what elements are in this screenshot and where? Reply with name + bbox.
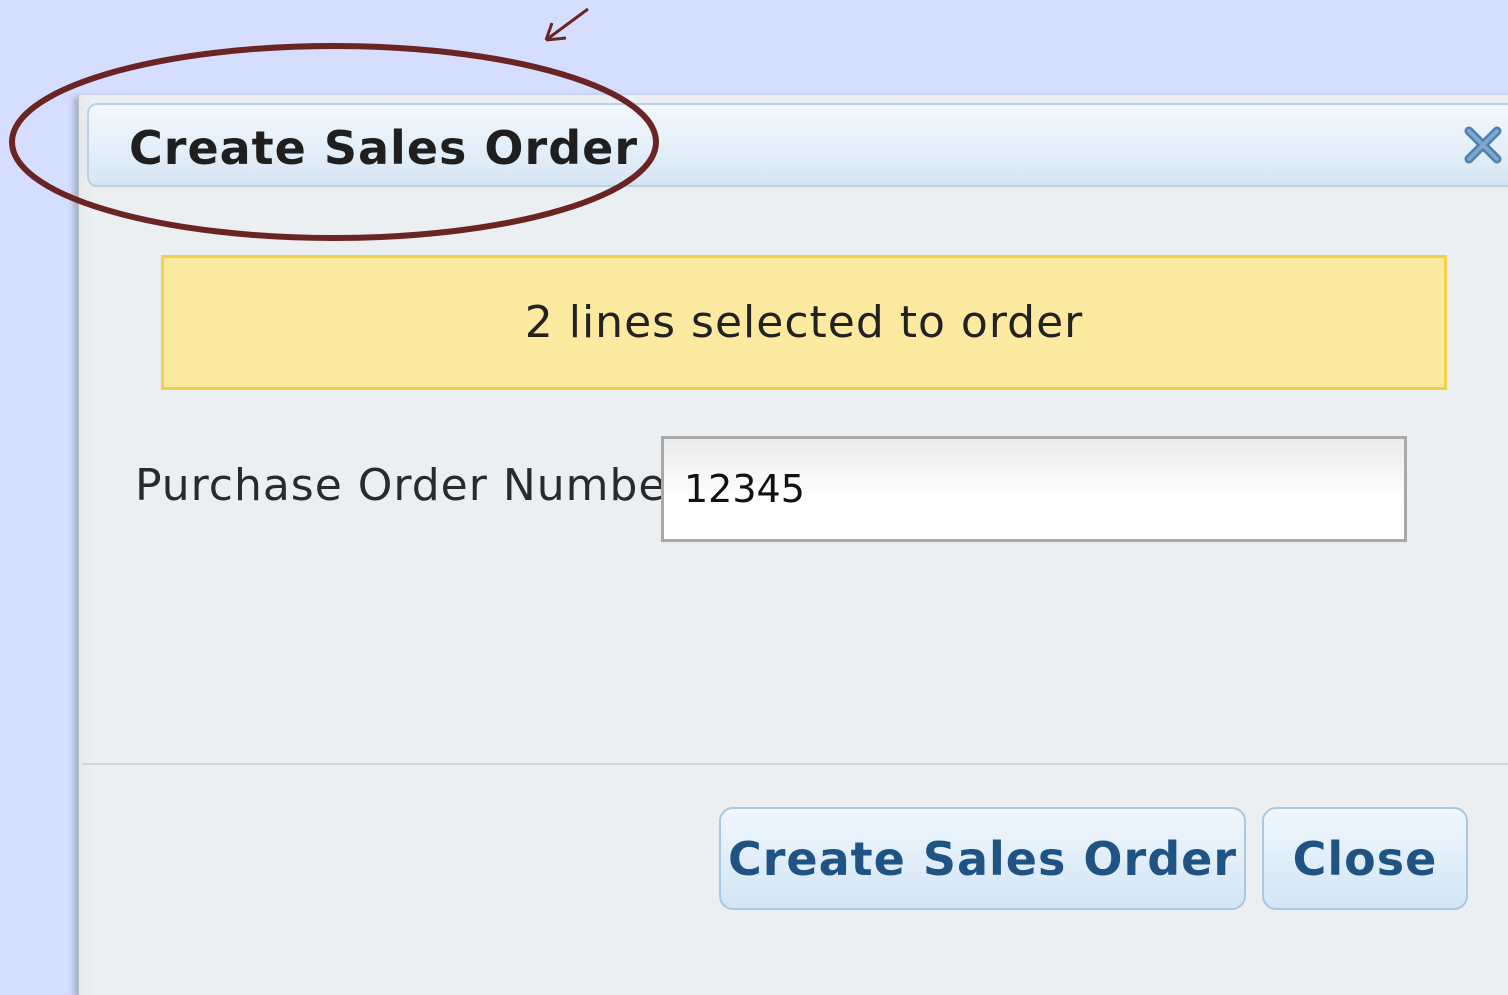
create-sales-order-dialog: Create Sales Order 2 lines selected to o… xyxy=(78,95,1508,995)
create-sales-order-button[interactable]: Create Sales Order xyxy=(719,807,1246,910)
selection-info-text: 2 lines selected to order xyxy=(524,297,1084,348)
close-icon[interactable] xyxy=(1463,125,1503,165)
annotation-arrow xyxy=(544,7,589,42)
dialog-titlebar: Create Sales Order xyxy=(87,103,1508,187)
footer-divider xyxy=(83,763,1508,765)
selection-info-banner: 2 lines selected to order xyxy=(161,255,1447,390)
dialog-title: Create Sales Order xyxy=(129,121,639,175)
purchase-order-number-input[interactable] xyxy=(661,436,1407,542)
close-button[interactable]: Close xyxy=(1262,807,1468,910)
purchase-order-number-label: Purchase Order Number: xyxy=(135,460,701,511)
